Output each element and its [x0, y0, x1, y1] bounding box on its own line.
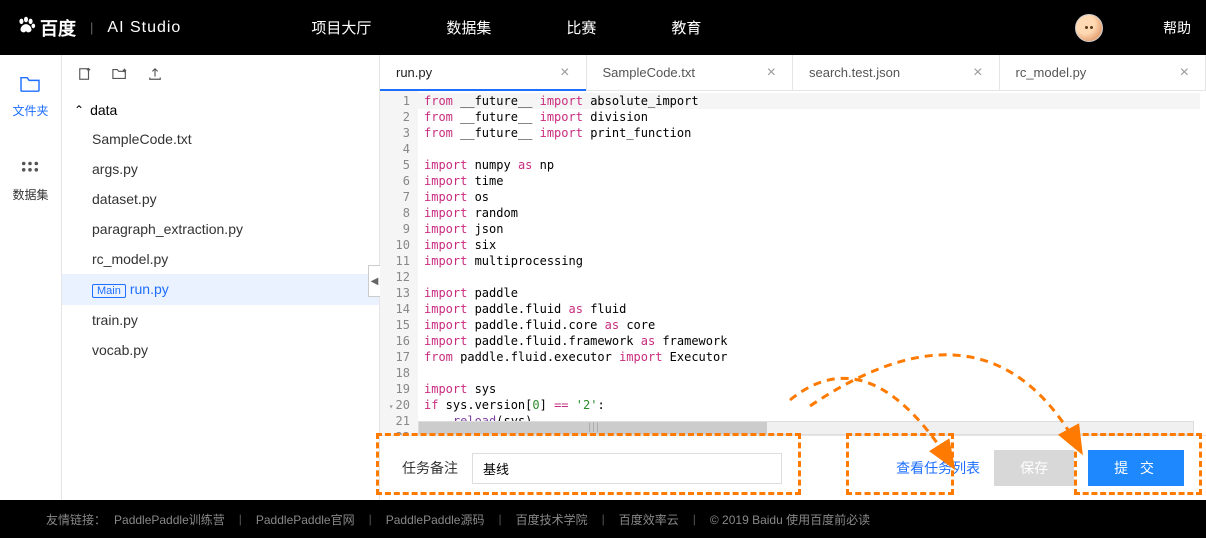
tab-label: SampleCode.txt: [603, 65, 696, 80]
logo-section: 百度 | AI Studio: [15, 14, 181, 41]
main-badge: Main: [92, 284, 126, 298]
tree-file-selected[interactable]: Main run.py: [62, 274, 379, 305]
tree-file[interactable]: paragraph_extraction.py: [74, 214, 367, 244]
sidebar-toolbar: [62, 55, 379, 96]
file-tree: ⌃ data SampleCode.txt args.py dataset.py…: [62, 96, 379, 365]
rail-folder-label: 文件夹: [12, 102, 48, 119]
tab-label: run.py: [396, 65, 432, 80]
footer: 友情链接： PaddlePaddle训练营| PaddlePaddle官网| P…: [0, 500, 1206, 538]
tree-file[interactable]: train.py: [74, 305, 367, 335]
tab-label: rc_model.py: [1016, 65, 1087, 80]
editor-pane: run.py × SampleCode.txt × search.test.json…: [380, 55, 1206, 500]
tab-rcmodel[interactable]: rc_model.py ×: [1000, 55, 1206, 90]
caret-icon: ⌃: [74, 103, 84, 117]
footer-link[interactable]: PaddlePaddle源码: [386, 511, 485, 528]
tab-label: search.test.json: [809, 65, 900, 80]
footer-link[interactable]: PaddlePaddle训练营: [114, 511, 225, 528]
baidu-text: 百度: [40, 15, 76, 41]
nav-education[interactable]: 教育: [671, 17, 701, 38]
code-content[interactable]: from __future__ import absolute_importfr…: [418, 91, 1206, 435]
main-area: 文件夹 数据集 ⌃ data SampleCode.txt args.py da…: [0, 55, 1206, 500]
view-tasks-link[interactable]: 查看任务列表: [896, 458, 980, 478]
tree-file[interactable]: args.py: [74, 154, 367, 184]
footer-link[interactable]: 百度技术学院: [516, 511, 588, 528]
new-folder-icon[interactable]: [112, 67, 128, 84]
rail-folder[interactable]: 文件夹: [12, 75, 48, 119]
top-header: 百度 | AI Studio 项目大厅 数据集 比赛 教育 帮助: [0, 0, 1206, 55]
help-link[interactable]: 帮助: [1163, 18, 1191, 38]
folder-icon: [19, 75, 41, 96]
upload-icon[interactable]: [148, 67, 162, 84]
editor-tabs: run.py × SampleCode.txt × search.test.json…: [380, 55, 1206, 91]
ai-studio-text[interactable]: AI Studio: [107, 19, 181, 37]
line-gutter: 123456789101112131415161718192021222324: [380, 91, 418, 435]
selected-file-name: run.py: [130, 281, 169, 297]
tab-samplecode[interactable]: SampleCode.txt ×: [587, 55, 794, 90]
tree-folder-data[interactable]: ⌃ data: [74, 96, 367, 124]
folder-name: data: [90, 102, 117, 118]
tree-file[interactable]: vocab.py: [74, 335, 367, 365]
tab-run-py[interactable]: run.py ×: [380, 55, 587, 90]
rail-dataset-label: 数据集: [12, 186, 48, 203]
save-button[interactable]: 保存: [994, 450, 1074, 486]
header-right: 帮助: [1075, 14, 1191, 42]
dataset-icon: [19, 159, 41, 180]
tree-file[interactable]: dataset.py: [74, 184, 367, 214]
horizontal-scrollbar[interactable]: │││: [418, 421, 1194, 435]
file-sidebar: ⌃ data SampleCode.txt args.py dataset.py…: [62, 55, 380, 500]
footer-link[interactable]: 百度效率云: [619, 511, 679, 528]
submit-button[interactable]: 提 交: [1088, 450, 1184, 486]
tree-file[interactable]: rc_model.py: [74, 244, 367, 274]
close-icon[interactable]: ×: [560, 64, 569, 82]
task-remark-label: 任务备注: [402, 458, 458, 478]
rail-dataset[interactable]: 数据集: [12, 159, 48, 203]
tab-search-json[interactable]: search.test.json ×: [793, 55, 1000, 90]
collapse-handle[interactable]: ◀: [368, 265, 380, 297]
close-icon[interactable]: ×: [1180, 64, 1189, 82]
main-nav: 项目大厅 数据集 比赛 教育: [311, 17, 701, 38]
baidu-logo[interactable]: 百度: [15, 14, 76, 41]
new-file-icon[interactable]: [78, 67, 92, 84]
friend-links-label: 友情链接：: [46, 511, 106, 528]
nav-datasets[interactable]: 数据集: [446, 17, 491, 38]
paw-icon: [15, 14, 37, 41]
close-icon[interactable]: ×: [973, 64, 982, 82]
nav-competitions[interactable]: 比赛: [566, 17, 596, 38]
tree-file[interactable]: SampleCode.txt: [74, 124, 367, 154]
footer-link[interactable]: PaddlePaddle官网: [256, 511, 355, 528]
close-icon[interactable]: ×: [767, 64, 776, 82]
left-rail: 文件夹 数据集: [0, 55, 62, 500]
copyright: © 2019 Baidu 使用百度前必读: [710, 511, 870, 528]
task-remark-input[interactable]: [472, 453, 782, 484]
bottom-bar: 任务备注 查看任务列表 保存 提 交: [380, 435, 1206, 500]
nav-projects[interactable]: 项目大厅: [311, 17, 371, 38]
logo-divider: |: [90, 20, 93, 35]
code-area[interactable]: 123456789101112131415161718192021222324 …: [380, 91, 1206, 435]
avatar[interactable]: [1075, 14, 1103, 42]
